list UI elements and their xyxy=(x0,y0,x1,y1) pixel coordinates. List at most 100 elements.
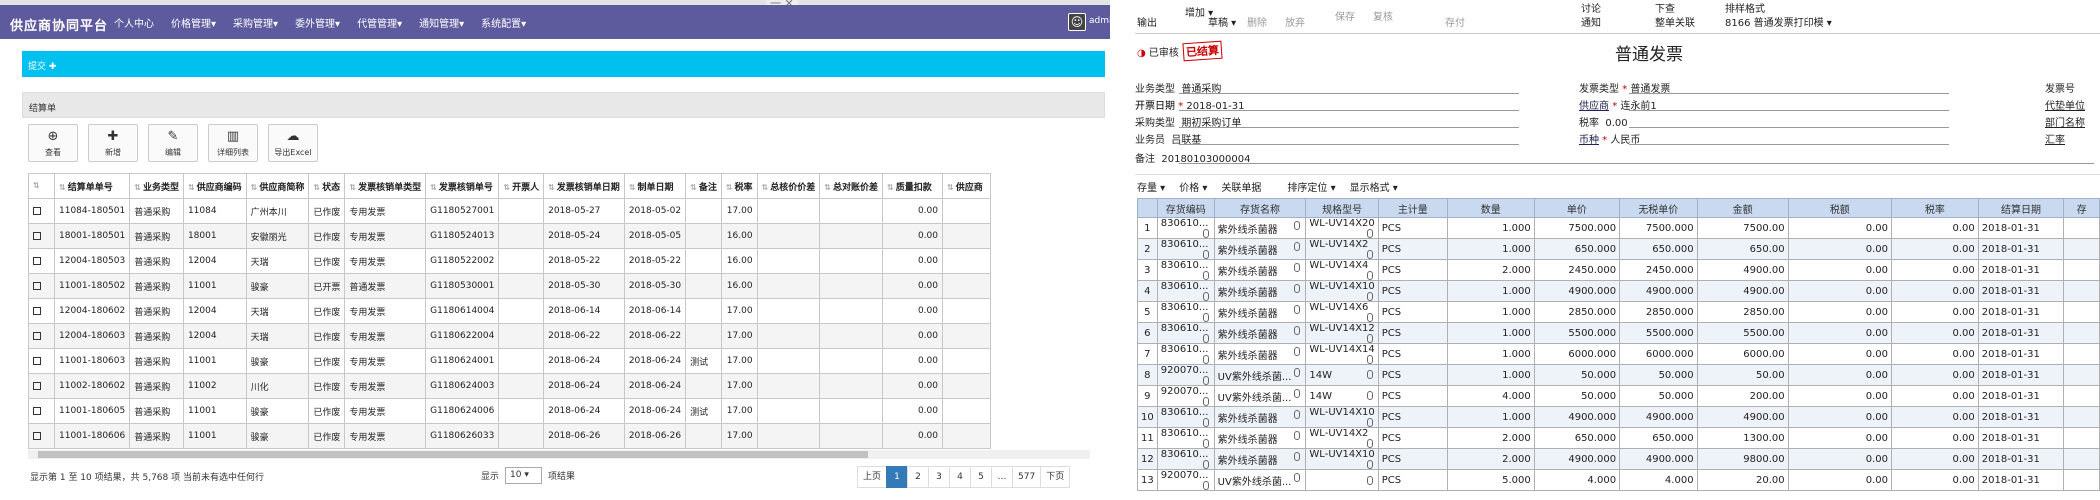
column-header[interactable]: ⇅ 制单日期 xyxy=(623,173,687,199)
paperclip-icon[interactable] xyxy=(1366,418,1373,427)
column-header[interactable]: ⇅ 开票人 xyxy=(498,173,545,199)
paperclip-icon[interactable] xyxy=(1294,430,1301,440)
paperclip-icon[interactable] xyxy=(1294,283,1301,293)
column-header[interactable]: ⇅ 状态 xyxy=(308,173,346,199)
table-row[interactable]: 12004-180602 普通采购 12004 天瑞 已作废 专用发票 G118061400… xyxy=(28,298,991,324)
sort-icon[interactable]: ⇅ xyxy=(251,183,258,192)
user-avatar-icon[interactable]: ☺ xyxy=(1068,13,1086,31)
paperclip-icon[interactable] xyxy=(1294,409,1301,419)
username[interactable]: admi xyxy=(1089,16,1110,26)
paperclip-icon[interactable] xyxy=(1202,439,1209,448)
row-checkbox[interactable] xyxy=(33,356,41,365)
paperclip-icon[interactable] xyxy=(1202,313,1209,322)
sort-icon[interactable]: ⇅ xyxy=(824,183,831,192)
detail-column-header[interactable] xyxy=(1137,198,1158,218)
detail-row[interactable]: 5 830610... 紫外线杀菌器 WL-UV14X6 PCS 1.000 2850.00… xyxy=(1137,301,2100,323)
column-header[interactable]: ⇅ 总对账价差 xyxy=(819,173,883,199)
page-button[interactable]: 5 xyxy=(970,466,993,488)
paperclip-icon[interactable] xyxy=(1294,262,1301,272)
detail-column-header[interactable]: 存货名称 xyxy=(1213,198,1307,218)
detail-column-header[interactable]: 主计量 xyxy=(1377,198,1448,218)
paperclip-icon[interactable] xyxy=(1202,250,1209,259)
toolbar-button-5[interactable]: 保存 xyxy=(1335,8,1355,23)
nav-item-1[interactable]: 价格管理▾ xyxy=(171,15,216,30)
paperclip-icon[interactable] xyxy=(1366,390,1373,400)
page-button[interactable]: 下页 xyxy=(1040,466,1071,488)
sort-icon[interactable]: ⇅ xyxy=(887,183,894,192)
paperclip-icon[interactable] xyxy=(1202,292,1209,301)
page-button[interactable]: … xyxy=(991,466,1014,488)
sort-icon[interactable]: ⇅ xyxy=(762,183,769,192)
sort-icon[interactable]: ⇅ xyxy=(503,183,510,192)
detail-row[interactable]: 11 830610... 紫外线杀菌器 WL-UV14X2 PCS 2.000 650.00… xyxy=(1137,427,2100,449)
page-button[interactable]: 577 xyxy=(1012,466,1042,488)
paperclip-icon[interactable] xyxy=(1294,241,1301,251)
column-header[interactable]: ⇅ 供应商简称 xyxy=(245,173,310,199)
toolbar-button-9[interactable]: 通知 xyxy=(1581,14,1601,29)
tool-button-4[interactable]: ☁ 导出Excel xyxy=(268,124,318,162)
nav-item-4[interactable]: 代管管理▾ xyxy=(357,15,402,30)
paperclip-icon[interactable] xyxy=(1202,397,1209,406)
detail-column-header[interactable]: 规格型号 xyxy=(1305,198,1379,218)
horizontal-scrollbar[interactable] xyxy=(28,450,1090,459)
tool-button-1[interactable]: ✚ 新增 xyxy=(88,124,138,162)
table-row[interactable]: 11001-180606 普通采购 11001 骏豪 已作废 专用发票 G118062603… xyxy=(28,423,991,449)
paperclip-icon[interactable] xyxy=(1202,460,1209,469)
toolbar-button-12[interactable]: 排样格式 xyxy=(1725,0,1765,15)
toolbar-button-10[interactable]: 下查 xyxy=(1655,0,1675,15)
table-row[interactable]: 12004-180503 普通采购 12004 天瑞 已作废 专用发票 G118052200… xyxy=(28,248,991,274)
paperclip-icon[interactable] xyxy=(1202,481,1209,490)
detail-column-header[interactable]: 结算日期 xyxy=(1977,198,2065,218)
rate-field[interactable]: 汇率 xyxy=(2045,131,2065,146)
toolbar-button-3[interactable]: 删除 xyxy=(1247,14,1267,29)
page-button[interactable]: 1 xyxy=(886,466,909,488)
toolbar-button-6[interactable]: 复核 xyxy=(1373,8,1393,23)
paperclip-icon[interactable] xyxy=(1366,292,1373,301)
sort-icon[interactable]: ⇅ xyxy=(134,183,141,192)
nav-item-2[interactable]: 采购管理▾ xyxy=(233,15,278,30)
sort-icon[interactable]: ⇅ xyxy=(690,183,697,192)
paperclip-icon[interactable] xyxy=(1366,250,1373,259)
row-checkbox[interactable] xyxy=(33,306,41,315)
sort-icon[interactable]: ⇅ xyxy=(430,183,437,192)
detail-toolbar-item-4[interactable]: 显示格式 ▾ xyxy=(1350,179,1398,194)
column-header[interactable]: ⇅ 发票核销单类型 xyxy=(344,173,427,199)
table-row[interactable]: 18001-180501 普通采购 18001 安徽丽光 已作废 专用发票 G1180524… xyxy=(28,223,991,249)
column-header[interactable]: ⇅ 发票核销单号 xyxy=(425,173,500,199)
paperclip-icon[interactable] xyxy=(1366,229,1373,238)
submit-label[interactable]: 提交 ✚ xyxy=(28,62,56,72)
column-header[interactable]: ⇅ 总核价价差 xyxy=(756,173,821,199)
paperclip-icon[interactable] xyxy=(1366,271,1373,280)
paperclip-icon[interactable] xyxy=(1202,376,1209,385)
tool-button-3[interactable]: ▥ 详细列表 xyxy=(208,124,258,162)
nav-item-5[interactable]: 通知管理▾ xyxy=(419,15,464,30)
paperclip-icon[interactable] xyxy=(1294,472,1301,482)
paperclip-icon[interactable] xyxy=(1366,355,1373,364)
paperclip-icon[interactable] xyxy=(1294,220,1301,230)
row-checkbox[interactable] xyxy=(33,431,41,440)
dept-field[interactable]: 部门名称 xyxy=(2045,114,2085,129)
page-button[interactable]: 2 xyxy=(907,466,930,488)
detail-column-header[interactable]: 金额 xyxy=(1696,198,1789,218)
tool-button-0[interactable]: ⊕ 查看 xyxy=(28,124,78,162)
submit-bar[interactable]: 提交 ✚ xyxy=(22,51,1105,77)
table-row[interactable]: 11001-180603 普通采购 11001 骏豪 已作废 专用发票 G118062400… xyxy=(28,348,991,374)
page-size-select[interactable]: 10 ▾ xyxy=(505,467,543,484)
paperclip-icon[interactable] xyxy=(1202,229,1209,238)
column-header[interactable]: ⇅ xyxy=(28,173,55,199)
table-row[interactable]: 11084-180501 普通采购 11084 广州本川 已作废 专用发票 G1180527… xyxy=(28,198,991,224)
paperclip-icon[interactable] xyxy=(1294,346,1301,356)
detail-row[interactable]: 7 830610... 紫外线杀菌器 WL-UV14X14 PCS 1.000 6000.0… xyxy=(1137,343,2100,365)
toolbar-button-4[interactable]: 放弃 xyxy=(1285,14,1305,29)
column-header[interactable]: ⇅ 质量扣款 xyxy=(882,173,943,199)
column-header[interactable]: ⇅ 税率 xyxy=(720,173,758,199)
detail-column-header[interactable]: 单价 xyxy=(1533,198,1621,218)
detail-toolbar-item-0[interactable]: 存量 ▾ xyxy=(1137,179,1165,194)
table-row[interactable]: 11002-180602 普通采购 11002 川化 已作废 专用发票 G118062400… xyxy=(28,373,991,399)
toolbar-button-2[interactable]: 草稿 ▾ xyxy=(1208,14,1236,29)
paperclip-icon[interactable] xyxy=(1202,355,1209,364)
brand-title[interactable]: 供应商协同平台 xyxy=(10,15,108,34)
column-header[interactable]: ⇅ 发票核销单日期 xyxy=(543,173,625,199)
toolbar-button-7[interactable]: 存付 xyxy=(1445,14,1465,29)
invoice-no-field[interactable]: 发票号 xyxy=(2045,80,2075,95)
